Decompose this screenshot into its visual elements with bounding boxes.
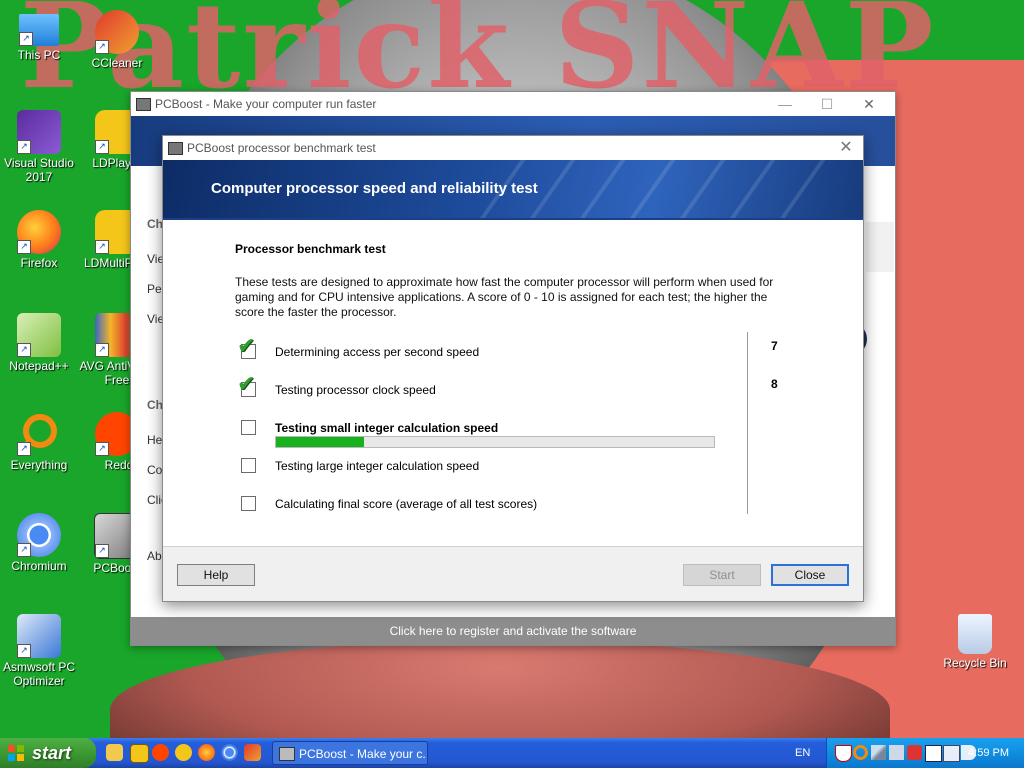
sidebar-item-7[interactable]: Ab (147, 549, 162, 563)
window-icon[interactable] (925, 745, 942, 762)
benchmark-dialog: PCBoost processor benchmark test ✕ Compu… (162, 135, 864, 602)
everything-search-icon[interactable] (853, 745, 868, 760)
dialog-title: PCBoost processor benchmark test (187, 141, 376, 155)
start-menu-button[interactable]: start (0, 738, 96, 768)
pcboost-app-icon (136, 98, 151, 111)
banner-divider (163, 218, 863, 220)
minimize-icon[interactable]: — (765, 92, 805, 116)
desktop-icon-recycle-bin[interactable]: Recycle Bin (936, 614, 1014, 670)
firefox-icon: ↗ (17, 210, 61, 254)
reddit-icon[interactable] (152, 744, 169, 761)
dialog-close-icon[interactable]: ✕ (835, 136, 857, 160)
language-indicator[interactable]: EN (795, 738, 810, 768)
pcboost-app-icon (168, 142, 183, 155)
action-center-icon[interactable] (943, 745, 960, 762)
test-checkbox (241, 420, 256, 435)
checkmark-icon: ✔ (237, 372, 256, 397)
file-explorer-icon[interactable] (106, 744, 123, 761)
system-clock[interactable]: 4:59 PM (968, 738, 1009, 768)
maximize-icon[interactable]: ☐ (807, 92, 847, 116)
content-title: Processor benchmark test (235, 242, 386, 256)
help-button[interactable]: Help (177, 564, 255, 586)
windows-logo-icon (8, 745, 24, 761)
desktop-icon-firefox[interactable]: ↗ Firefox (0, 210, 78, 270)
recycle-bin-icon (958, 614, 992, 654)
close-button[interactable]: Close (771, 564, 849, 586)
asmwsoft-icon: ↗ (17, 614, 61, 658)
taskbar-item-pcboost[interactable]: PCBoost - Make your c... (272, 741, 428, 765)
firefox-icon[interactable] (198, 744, 215, 761)
sidebar-heading-2: Ch (147, 398, 163, 412)
desktop-icon-this-pc[interactable]: ↗ This PC (0, 10, 78, 62)
dialog-titlebar[interactable]: PCBoost processor benchmark test ✕ (163, 136, 863, 160)
checkmark-icon: ✔ (237, 334, 256, 359)
desktop-icon-chromium[interactable]: ↗ Chromium (0, 513, 78, 573)
desktop-icon-asmwsoft-pc-optimizer[interactable]: ↗ Asmwsoft PC Optimizer (0, 614, 78, 688)
desktop-icon-ccleaner[interactable]: ↗ CCleaner (78, 10, 156, 70)
main-window-title: PCBoost - Make your computer run faster (155, 97, 377, 111)
test-progress-bar (275, 436, 715, 448)
register-activate-link[interactable]: Click here to register and activate the … (131, 617, 895, 645)
taskbar: start PCBoost - Make your c... EN 4:59 P… (0, 738, 1024, 768)
dialog-footer: Help Start Close (163, 546, 863, 601)
progress-fill (276, 437, 364, 447)
score-column-divider (747, 332, 748, 514)
computer-icon: ↗ (19, 14, 59, 46)
everything-search-icon: ↗ (17, 412, 61, 456)
ccleaner-icon[interactable] (244, 744, 261, 761)
system-tray: 4:59 PM (826, 738, 1024, 768)
start-button[interactable]: Start (683, 564, 761, 586)
desktop-icon-notepad-plus-plus[interactable]: ↗ Notepad++ (0, 313, 78, 373)
close-icon[interactable]: ✕ (849, 92, 889, 116)
main-window-panel-edge (866, 222, 894, 272)
visual-studio-icon: ↗ (17, 110, 61, 154)
test-checkbox (241, 458, 256, 473)
dialog-heading: Computer processor speed and reliability… (211, 180, 538, 197)
chromium-icon: ↗ (17, 513, 61, 557)
notepad-plus-plus-icon: ↗ (17, 313, 61, 357)
dialog-banner: Computer processor speed and reliability… (163, 160, 863, 218)
main-window-titlebar[interactable]: PCBoost - Make your computer run faster … (131, 92, 895, 116)
content-description: These tests are designed to approximate … (235, 275, 774, 319)
sidebar-item-5[interactable]: Co (147, 463, 162, 477)
pcboost-app-icon (279, 747, 295, 761)
chromium-icon[interactable] (221, 744, 238, 761)
test-checkbox (241, 496, 256, 511)
network-icon[interactable] (889, 745, 904, 760)
tools-icon[interactable] (871, 745, 886, 760)
desktop-icon-everything[interactable]: ↗ Everything (0, 412, 78, 472)
start-label: start (32, 743, 72, 763)
desktop-icon-visual-studio[interactable]: ↗ Visual Studio 2017 (0, 110, 78, 184)
sidebar-heading-1: Ch (147, 217, 163, 231)
ccleaner-icon: ↗ (95, 10, 139, 54)
test-score: 7 (771, 339, 778, 353)
ldplayer-icon[interactable] (130, 744, 149, 763)
stop-icon[interactable] (907, 745, 922, 760)
test-score: 8 (771, 377, 778, 391)
sidebar-item-4[interactable]: He (147, 433, 162, 447)
shield-icon[interactable] (835, 745, 852, 762)
ldplayer-quicklaunch-icon[interactable] (175, 744, 192, 761)
